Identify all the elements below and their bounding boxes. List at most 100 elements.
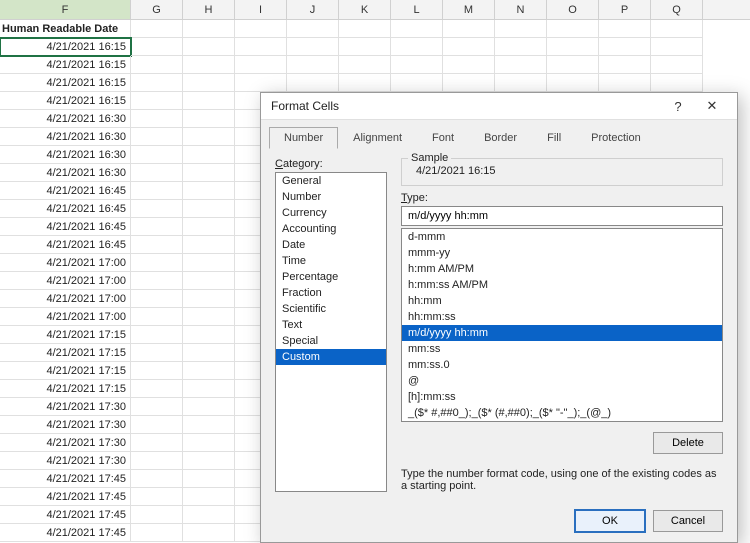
cell-empty[interactable] — [183, 344, 235, 362]
column-header-M[interactable]: M — [443, 0, 495, 19]
category-item[interactable]: Special — [276, 333, 386, 349]
tab-fill[interactable]: Fill — [532, 127, 576, 149]
cell-empty[interactable] — [131, 182, 183, 200]
cell-empty[interactable] — [131, 236, 183, 254]
category-item[interactable]: Fraction — [276, 285, 386, 301]
cell-empty[interactable] — [391, 74, 443, 92]
cell-empty[interactable] — [131, 164, 183, 182]
cell-empty[interactable] — [131, 308, 183, 326]
column-header-F[interactable]: F — [0, 0, 131, 19]
cell-date[interactable]: 4/21/2021 16:15 — [0, 74, 131, 92]
cell-empty[interactable] — [547, 20, 599, 38]
column-header-L[interactable]: L — [391, 0, 443, 19]
cell-empty[interactable] — [131, 344, 183, 362]
tab-protection[interactable]: Protection — [576, 127, 656, 149]
cell-empty[interactable] — [131, 110, 183, 128]
cell-empty[interactable] — [235, 38, 287, 56]
cell-empty[interactable] — [131, 380, 183, 398]
cell-date[interactable]: 4/21/2021 17:45 — [0, 470, 131, 488]
cell-empty[interactable] — [131, 146, 183, 164]
category-item[interactable]: Currency — [276, 205, 386, 221]
type-option[interactable]: @ — [402, 373, 722, 389]
cell-date[interactable]: 4/21/2021 17:00 — [0, 290, 131, 308]
type-options-list[interactable]: d-mmmmmm-yyh:mm AM/PMh:mm:ss AM/PMhh:mmh… — [401, 228, 723, 422]
cell-empty[interactable] — [495, 74, 547, 92]
cell-empty[interactable] — [183, 182, 235, 200]
cell-empty[interactable] — [183, 326, 235, 344]
cell-empty[interactable] — [495, 38, 547, 56]
cell-empty[interactable] — [183, 506, 235, 524]
category-list[interactable]: GeneralNumberCurrencyAccountingDateTimeP… — [275, 172, 387, 492]
category-item[interactable]: Time — [276, 253, 386, 269]
cell-empty[interactable] — [391, 20, 443, 38]
cell-date[interactable]: 4/21/2021 17:45 — [0, 488, 131, 506]
cell-empty[interactable] — [131, 272, 183, 290]
cell-empty[interactable] — [651, 56, 703, 74]
cell-empty[interactable] — [131, 74, 183, 92]
cell-empty[interactable] — [287, 20, 339, 38]
cell-empty[interactable] — [599, 56, 651, 74]
cell-empty[interactable] — [547, 38, 599, 56]
cell-empty[interactable] — [131, 92, 183, 110]
cell-empty[interactable] — [183, 272, 235, 290]
cell-date[interactable]: 4/21/2021 17:15 — [0, 362, 131, 380]
type-option[interactable]: m/d/yyyy hh:mm — [402, 325, 722, 341]
tab-border[interactable]: Border — [469, 127, 532, 149]
type-option[interactable]: mmm-yy — [402, 245, 722, 261]
cell-empty[interactable] — [131, 488, 183, 506]
cell-empty[interactable] — [131, 56, 183, 74]
tab-number[interactable]: Number — [269, 127, 338, 149]
cell-date[interactable]: 4/21/2021 17:30 — [0, 398, 131, 416]
cell-empty[interactable] — [183, 380, 235, 398]
cell-empty[interactable] — [183, 218, 235, 236]
column-header-J[interactable]: J — [287, 0, 339, 19]
cell-empty[interactable] — [339, 74, 391, 92]
cell-date[interactable]: 4/21/2021 16:45 — [0, 218, 131, 236]
type-option[interactable]: h:mm:ss AM/PM — [402, 277, 722, 293]
cell-empty[interactable] — [183, 164, 235, 182]
category-item[interactable]: Text — [276, 317, 386, 333]
cell-empty[interactable] — [131, 398, 183, 416]
cell-date[interactable]: 4/21/2021 17:15 — [0, 326, 131, 344]
cell-empty[interactable] — [235, 74, 287, 92]
cell-empty[interactable] — [495, 56, 547, 74]
category-item[interactable]: Number — [276, 189, 386, 205]
cell-empty[interactable] — [131, 524, 183, 542]
cell-empty[interactable] — [183, 74, 235, 92]
help-button[interactable]: ? — [661, 93, 695, 119]
cell-header[interactable]: Human Readable Date — [0, 20, 131, 38]
cell-empty[interactable] — [183, 398, 235, 416]
category-item[interactable]: Custom — [276, 349, 386, 365]
cell-empty[interactable] — [287, 56, 339, 74]
column-header-G[interactable]: G — [131, 0, 183, 19]
cell-date[interactable]: 4/21/2021 16:45 — [0, 200, 131, 218]
cell-empty[interactable] — [131, 218, 183, 236]
type-option[interactable]: mm:ss — [402, 341, 722, 357]
cell-empty[interactable] — [183, 416, 235, 434]
cell-empty[interactable] — [183, 290, 235, 308]
cell-date[interactable]: 4/21/2021 16:30 — [0, 110, 131, 128]
cell-empty[interactable] — [235, 56, 287, 74]
cell-empty[interactable] — [391, 38, 443, 56]
cell-empty[interactable] — [183, 146, 235, 164]
column-header-O[interactable]: O — [547, 0, 599, 19]
cell-empty[interactable] — [339, 20, 391, 38]
category-item[interactable]: Date — [276, 237, 386, 253]
cell-empty[interactable] — [131, 254, 183, 272]
cell-empty[interactable] — [183, 452, 235, 470]
cell-empty[interactable] — [183, 488, 235, 506]
cell-empty[interactable] — [183, 92, 235, 110]
cell-date[interactable]: 4/21/2021 17:45 — [0, 506, 131, 524]
cell-empty[interactable] — [547, 74, 599, 92]
cell-empty[interactable] — [651, 74, 703, 92]
type-option[interactable]: mm:ss.0 — [402, 357, 722, 373]
cell-empty[interactable] — [183, 38, 235, 56]
cell-date[interactable]: 4/21/2021 16:15 — [0, 38, 131, 56]
cell-empty[interactable] — [131, 290, 183, 308]
cell-date[interactable]: 4/21/2021 16:30 — [0, 146, 131, 164]
cell-empty[interactable] — [599, 38, 651, 56]
cell-empty[interactable] — [183, 254, 235, 272]
type-option[interactable]: d-mmm — [402, 229, 722, 245]
delete-button[interactable]: Delete — [653, 432, 723, 454]
cell-date[interactable]: 4/21/2021 16:45 — [0, 236, 131, 254]
